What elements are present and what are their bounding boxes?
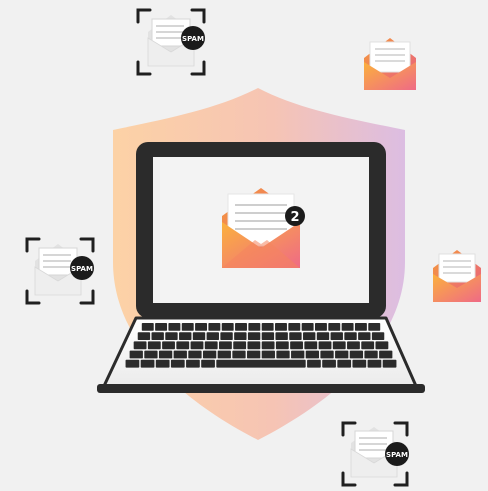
keyboard-key [304, 341, 318, 350]
spam-label: SPAM [182, 35, 204, 43]
keyboard-key [220, 332, 233, 340]
keyboard-key [352, 359, 367, 368]
keyboard-key [382, 359, 397, 368]
keyboard-key [133, 341, 147, 350]
keyboard-key [140, 359, 155, 368]
keyboard-key [341, 323, 354, 331]
keyboard-key [314, 323, 327, 331]
keyboard-key [221, 323, 234, 331]
keyboard-key [234, 332, 247, 340]
keyboard-key [261, 341, 275, 350]
spam-email: SPAM [136, 8, 206, 76]
spam-email: SPAM [341, 421, 409, 487]
keyboard-key [358, 332, 371, 340]
keyboard-key [332, 341, 346, 350]
space-bar [216, 359, 306, 368]
keyboard-key [349, 350, 364, 359]
keyboard-key [337, 359, 352, 368]
keyboard-key [328, 323, 341, 331]
keyboard-key [261, 350, 275, 359]
security-illustration: 2 SPAM SPAM SPAM [25, 8, 481, 487]
inbox-email: 2 [222, 188, 305, 268]
keyboard-key [305, 350, 320, 359]
keyboard-key [261, 323, 274, 331]
keyboard-key [367, 359, 382, 368]
keyboard-key [247, 341, 261, 350]
keyboard-key [190, 341, 204, 350]
keyboard-key [335, 350, 349, 359]
keyboard-key [173, 350, 187, 359]
keyboard-key [202, 350, 217, 359]
keyboard-key [217, 350, 231, 359]
keyboard-key [364, 350, 378, 359]
keyboard-key [361, 341, 375, 350]
keyboard-key [247, 350, 261, 359]
keyboard-key [289, 332, 302, 340]
keyboard-key [301, 323, 314, 331]
keyboard-key [322, 359, 336, 368]
keyboard-key [261, 332, 275, 340]
keyboard-key [155, 359, 170, 368]
keyboard-key [168, 323, 181, 331]
keyboard-key [247, 332, 261, 340]
keyboard-key [235, 323, 247, 331]
keyboard-key [147, 341, 161, 350]
keyboard-key [181, 323, 194, 331]
keyboard-key [375, 341, 389, 350]
keyboard-key [165, 332, 178, 340]
keyboard-key [320, 350, 334, 359]
spam-label: SPAM [71, 265, 93, 273]
keyboard-key [129, 350, 143, 359]
keyboard-key [307, 359, 321, 368]
keyboard-key [303, 332, 316, 340]
keyboard-key [233, 341, 247, 350]
keyboard-key [125, 359, 140, 368]
keyboard-key [232, 350, 246, 359]
keyboard-key [188, 350, 202, 359]
keyboard-key [179, 332, 192, 340]
keyboard-key [316, 332, 330, 340]
keyboard-key [201, 359, 215, 368]
keyboard-key [137, 332, 151, 340]
keyboard-key [275, 323, 287, 331]
keyboard-key [318, 341, 332, 350]
spam-label: SPAM [386, 451, 408, 459]
keyboard-key [290, 341, 303, 350]
keyboard-key [158, 350, 173, 359]
keyboard-key [195, 323, 208, 331]
keyboard-key [330, 332, 343, 340]
keyboard-key [354, 323, 367, 331]
keyboard-key [371, 332, 385, 340]
keyboard-key [379, 350, 393, 359]
keyboard-key [192, 332, 206, 340]
keyboard-key [368, 323, 381, 331]
keyboard-key [162, 341, 175, 350]
notification-count: 2 [290, 210, 299, 225]
keyboard-key [276, 350, 290, 359]
email-envelope-icon [433, 250, 481, 302]
laptop-bottom-edge [97, 384, 425, 393]
keyboard-key [186, 359, 200, 368]
keyboard-key [291, 350, 305, 359]
keyboard-key [275, 341, 289, 350]
keyboard-key [141, 323, 154, 331]
keyboard-key [208, 323, 221, 331]
keyboard-key [144, 350, 158, 359]
keyboard-key [219, 341, 232, 350]
keyboard-key [151, 332, 164, 340]
keyboard-key [206, 332, 219, 340]
email-envelope-icon [364, 38, 416, 90]
keyboard-key [155, 323, 168, 331]
keyboard-key [204, 341, 218, 350]
keyboard-key [288, 323, 301, 331]
keyboard-key [344, 332, 357, 340]
keyboard-key [347, 341, 360, 350]
keyboard-key [170, 359, 185, 368]
keyboard-key [176, 341, 190, 350]
spam-email: SPAM [25, 237, 95, 305]
keyboard-key [275, 332, 288, 340]
keyboard-key [248, 323, 261, 331]
